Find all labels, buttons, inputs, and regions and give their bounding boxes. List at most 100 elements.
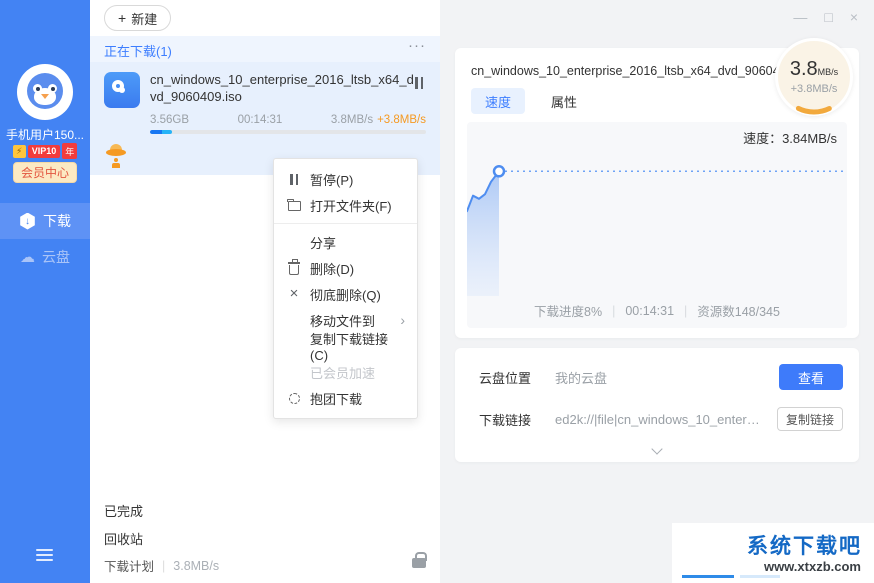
menu-item-copy-link-label: 复制下载链接(C): [310, 329, 405, 363]
window-controls: — □ ×: [793, 9, 858, 25]
folder-icon: [286, 199, 302, 211]
current-speed-label: 速度：3.84MB/s: [743, 128, 837, 147]
download-plan-row[interactable]: 下载计划 | 3.8MB/s: [104, 556, 219, 575]
close-icon: ×: [286, 287, 302, 301]
task-progress-fill: [150, 130, 172, 134]
pause-icon: [286, 174, 302, 185]
menu-item-vip-boosted-label: 已会员加速: [310, 363, 375, 382]
menu-item-group-download[interactable]: 抱团下载: [274, 385, 417, 411]
watermark-title: 系统下载吧: [747, 530, 862, 560]
menu-item-pause[interactable]: 暂停(P): [274, 166, 417, 192]
gauge-value: 3.8MB/s: [778, 58, 850, 83]
more-options-icon[interactable]: ···: [408, 37, 426, 54]
download-plan-label: 下载计划: [104, 556, 154, 575]
vip-year-badge: 年: [62, 143, 77, 159]
lock-icon[interactable]: [412, 558, 426, 568]
gauge-unit: MB/s: [818, 67, 839, 77]
cloud-location-row: 云盘位置 我的云盘 查看: [479, 364, 843, 390]
hamburger-menu-icon[interactable]: [36, 549, 53, 561]
tab-speed[interactable]: 速度: [471, 88, 525, 114]
stat-time: 00:14:31: [625, 304, 674, 318]
sidebar-item-download-label: 下载: [43, 211, 71, 231]
task-speed-group: 3.8MB/s+3.8MB/s: [331, 114, 426, 126]
task-speed: 3.8MB/s: [331, 114, 373, 126]
mascot-bird-icon: [27, 73, 63, 109]
disc-ring-icon: [112, 80, 124, 92]
menu-item-open-folder[interactable]: 打开文件夹(F): [274, 192, 417, 218]
minimize-button[interactable]: —: [793, 9, 807, 25]
new-task-label: 新建: [131, 9, 157, 28]
watermark-url: www.xtxzb.com: [764, 559, 861, 574]
view-button[interactable]: 查看: [779, 364, 843, 390]
section-title: 正在下载(1): [104, 41, 172, 60]
task-filename: cn_windows_10_enterprise_2016_ltsb_x64_d…: [150, 71, 414, 105]
vip-badge[interactable]: ⚡ VIP10 年: [0, 143, 90, 159]
menu-item-delete-label: 删除(D): [310, 259, 354, 278]
sidebar-item-cloud[interactable]: ☁ 云盘: [0, 239, 90, 275]
download-stats-row: 下载进度8% | 00:14:31 | 资源数148/345: [467, 301, 847, 320]
divider: |: [612, 304, 615, 318]
expand-toggle[interactable]: [653, 445, 661, 453]
stat-resources: 资源数148/345: [697, 301, 780, 320]
submenu-arrow-icon: ›: [400, 312, 405, 328]
sidebar-item-completed[interactable]: 已完成: [104, 501, 143, 520]
bird-beak: [41, 94, 49, 99]
download-icon: ↓: [19, 213, 36, 230]
divider: |: [162, 559, 165, 573]
sidebar-item-recycle-bin[interactable]: 回收站: [104, 529, 143, 548]
speed-gauge: 3.8MB/s +3.8MB/s: [775, 38, 853, 116]
menu-item-share[interactable]: 分享: [274, 229, 417, 255]
menu-item-move-to-label: 移动文件到: [310, 311, 375, 330]
menu-item-delete-completely-label: 彻底删除(Q): [310, 285, 381, 304]
plus-icon: +: [118, 10, 126, 26]
download-link-value: ed2k://|file|cn_windows_10_enterprise_20…: [555, 412, 765, 427]
tab-properties[interactable]: 属性: [537, 88, 591, 114]
watermark-line-light: [740, 575, 780, 578]
close-button[interactable]: ×: [850, 9, 858, 25]
menu-item-delete-completely[interactable]: × 彻底删除(Q): [274, 281, 417, 307]
download-link-label: 下载链接: [479, 410, 555, 429]
watermark-line-blue: [682, 575, 734, 578]
iso-file-icon: [104, 72, 140, 108]
menu-item-share-label: 分享: [310, 233, 336, 252]
loop-icon: [286, 393, 302, 404]
detail-tabs: 速度 属性: [471, 88, 591, 114]
menu-item-group-download-label: 抱团下载: [310, 389, 362, 408]
sidebar: 手机用户150... ⚡ VIP10 年 会员中心 ↓ 下载 ☁ 云盘: [0, 0, 90, 583]
gauge-boost: +3.8MB/s: [778, 83, 850, 95]
bird-eye-left: [33, 84, 42, 93]
lightning-icon: ⚡: [13, 145, 26, 158]
menu-item-copy-link[interactable]: 复制下载链接(C): [274, 333, 417, 359]
pause-button[interactable]: [415, 77, 423, 89]
menu-divider: [274, 223, 417, 224]
menu-item-pause-label: 暂停(P): [310, 170, 353, 189]
sidebar-item-download[interactable]: ↓ 下载: [0, 203, 90, 239]
member-center-button[interactable]: 会员中心: [13, 162, 77, 183]
cloud-icon: ☁: [20, 250, 35, 265]
team-member-icon: [112, 158, 120, 168]
task-progress-bar: [150, 130, 426, 134]
watermark: 系统下载吧 www.xtxzb.com: [672, 523, 874, 583]
maximize-button[interactable]: □: [824, 9, 832, 25]
new-task-button[interactable]: + 新建: [104, 5, 171, 31]
divider: |: [684, 304, 687, 318]
chevron-down-icon: [651, 443, 662, 454]
detail-panel: cn_windows_10_enterprise_2016_ltsb_x64_d…: [440, 36, 874, 583]
cloud-location-value: 我的云盘: [555, 368, 767, 387]
task-size: 3.56GB: [150, 114, 189, 126]
menu-item-delete[interactable]: 删除(D): [274, 255, 417, 281]
cloud-location-label: 云盘位置: [479, 368, 555, 387]
speed-chart: [467, 148, 847, 296]
vip-level-badge: VIP10: [28, 145, 61, 158]
menu-item-open-folder-label: 打开文件夹(F): [310, 196, 392, 215]
link-card: 云盘位置 我的云盘 查看 下载链接 ed2k://|file|cn_window…: [455, 348, 859, 462]
task-stats: 3.56GB 00:14:31 3.8MB/s+3.8MB/s: [150, 114, 426, 126]
stat-progress: 下载进度8%: [534, 301, 602, 320]
speed-chart-area: 速度：3.84MB/s 下载进度8% |: [467, 122, 847, 328]
avatar[interactable]: [17, 64, 73, 120]
app-window: 手机用户150... ⚡ VIP10 年 会员中心 ↓ 下载 ☁ 云盘 + 新建…: [0, 0, 874, 583]
speed-card: cn_windows_10_enterprise_2016_ltsb_x64_d…: [455, 48, 859, 338]
copy-link-button[interactable]: 复制链接: [777, 407, 843, 431]
username: 手机用户150...: [0, 126, 90, 143]
detail-filename: cn_windows_10_enterprise_2016_ltsb_x64_d…: [471, 64, 793, 78]
